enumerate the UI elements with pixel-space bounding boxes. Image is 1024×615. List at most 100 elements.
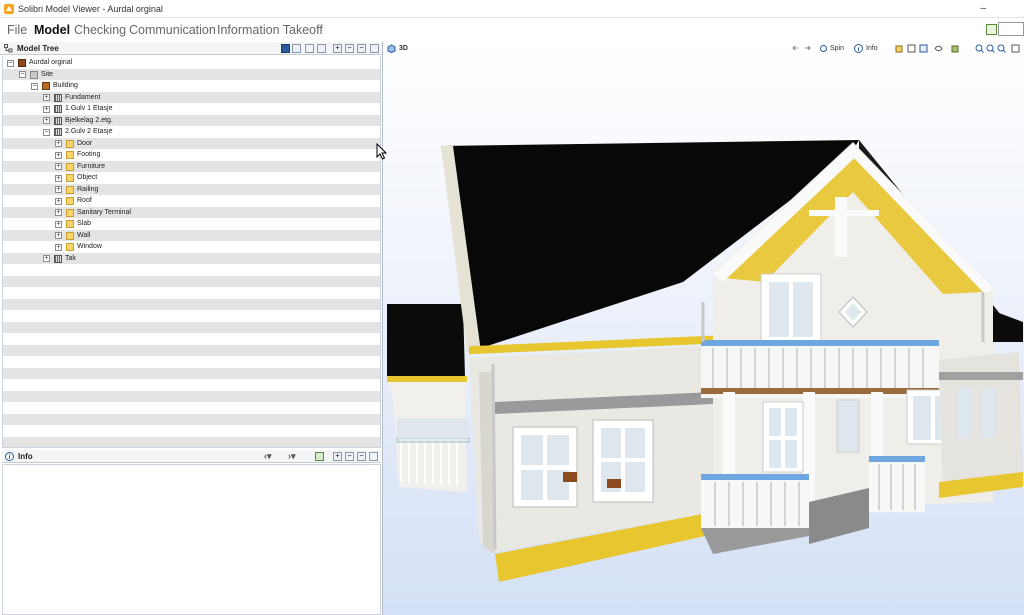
model-tree-header: Model Tree + − − xyxy=(0,42,382,55)
storey-icon xyxy=(54,105,62,113)
expand-icon[interactable]: + xyxy=(55,243,62,251)
tree-view-toggle-icon[interactable] xyxy=(281,44,290,53)
tree-empty-row xyxy=(3,344,380,356)
expand-icon[interactable]: + xyxy=(43,117,50,124)
search-input[interactable] xyxy=(998,22,1024,36)
tree-row-label: Building xyxy=(53,82,78,89)
maximize-panel-icon[interactable] xyxy=(370,44,379,53)
forward-arrow-icon[interactable]: ›▾ xyxy=(288,450,296,463)
folder-icon xyxy=(66,208,74,217)
tree-row-label: Site xyxy=(41,70,54,78)
tree-row-label: Sanitary Terminal xyxy=(77,208,131,216)
tree-row-object[interactable]: + Object xyxy=(3,172,380,184)
tree-row-footing[interactable]: + Footing xyxy=(3,149,380,161)
info-minimize-icon[interactable]: − xyxy=(357,452,366,461)
3d-viewer[interactable]: 3D Spin Info xyxy=(383,42,1024,615)
tree-row-slab[interactable]: + Slab xyxy=(3,218,380,230)
view-cube-icon[interactable] xyxy=(895,44,904,53)
info-collapse-icon[interactable]: − xyxy=(345,452,354,461)
menu-information-takeoff[interactable]: Information Takeoff xyxy=(217,23,323,37)
expand-icon[interactable]: + xyxy=(43,94,50,101)
folder-icon xyxy=(66,231,74,240)
expand-icon[interactable]: + xyxy=(55,197,62,205)
minimize-panel-icon[interactable]: − xyxy=(357,44,366,53)
tree-row-site[interactable]: − Site xyxy=(3,68,380,80)
tree-row-label: Roof xyxy=(77,197,92,204)
menu-communication[interactable]: Communication xyxy=(129,23,216,37)
model-icon xyxy=(18,59,26,67)
3d-label: 3D xyxy=(399,45,408,52)
tree-row-railing[interactable]: + Railing xyxy=(3,183,380,195)
collapse-icon[interactable]: − xyxy=(43,128,50,136)
tree-row-label: Railing xyxy=(77,185,99,193)
storey-icon xyxy=(54,116,62,125)
left-panel: Model Tree + − − − Aurdal orginal − Site − Bu… xyxy=(0,42,383,615)
collapse-icon[interactable]: − xyxy=(19,71,26,78)
menu-checking[interactable]: Checking xyxy=(74,23,126,37)
tree-row-label: Fundament xyxy=(65,93,101,101)
tree-row-label: Aurdal orginal xyxy=(29,59,73,66)
tree-empty-row xyxy=(3,379,380,391)
back-arrow-icon[interactable]: ‹▾ xyxy=(264,450,272,463)
expand-icon[interactable]: + xyxy=(55,140,62,147)
expand-icon[interactable]: + xyxy=(55,186,62,193)
tree-row-aurdal-orginal[interactable]: − Aurdal orginal xyxy=(3,57,380,69)
expand-icon[interactable]: + xyxy=(55,209,62,216)
redo-arrow-icon[interactable] xyxy=(803,44,812,53)
spin-dropdown[interactable]: Spin xyxy=(830,42,844,55)
expand-icon[interactable]: + xyxy=(43,105,50,113)
wireframe-icon[interactable] xyxy=(907,44,916,53)
menu-file[interactable]: File xyxy=(7,23,27,37)
tree-empty-row xyxy=(3,287,380,299)
tree-options-icon[interactable] xyxy=(292,44,301,53)
menu-model[interactable]: Model xyxy=(34,23,70,37)
color-box-icon[interactable] xyxy=(951,44,960,53)
zoom-out-icon[interactable] xyxy=(986,44,995,53)
info-tool-icon[interactable] xyxy=(854,44,863,53)
house-model[interactable] xyxy=(383,42,1024,615)
expand-icon[interactable]: + xyxy=(55,163,62,170)
tree-row-2-gulv-2-etasje[interactable]: − 2.Gulv 2 Etasje xyxy=(3,126,380,138)
maximize-view-icon[interactable] xyxy=(1011,44,1020,53)
section-box-icon[interactable] xyxy=(919,44,928,53)
tree-row-roof[interactable]: + Roof xyxy=(3,195,380,207)
collapse-icon[interactable]: − xyxy=(7,59,14,67)
tree-sort-icon[interactable] xyxy=(317,44,326,53)
info-header: Info ‹▾ ›▾ + − − xyxy=(2,450,381,463)
window-title: Solibri Model Viewer - Aurdal orginal xyxy=(18,4,163,14)
tree-empty-row xyxy=(3,436,380,447)
expand-icon[interactable]: + xyxy=(55,220,62,228)
expand-icon[interactable]: + xyxy=(55,232,62,239)
visibility-icon[interactable] xyxy=(934,44,943,53)
tree-row-bjelkelag-2-etg[interactable]: + Bjelkelag 2.etg. xyxy=(3,114,380,126)
tree-row-sanitary-terminal[interactable]: + Sanitary Terminal xyxy=(3,206,380,218)
tree-row-building[interactable]: − Building xyxy=(3,80,380,92)
minimize-button[interactable]: – xyxy=(980,0,986,18)
tree-row-window[interactable]: + Window xyxy=(3,241,380,253)
expand-all-icon[interactable]: + xyxy=(333,44,342,53)
undo-arrow-icon[interactable] xyxy=(791,44,800,53)
expand-icon[interactable]: + xyxy=(43,255,50,262)
info-maximize-icon[interactable] xyxy=(369,452,378,461)
spin-icon[interactable] xyxy=(819,44,828,53)
tree-empty-row xyxy=(3,390,380,402)
zoom-in-icon[interactable] xyxy=(975,44,984,53)
tree-filter-icon[interactable] xyxy=(305,44,314,53)
info-settings-icon[interactable] xyxy=(315,452,324,461)
tree-row-fundament[interactable]: + Fundament xyxy=(3,91,380,103)
tree-row-wall[interactable]: + Wall xyxy=(3,229,380,241)
collapse-icon[interactable]: − xyxy=(345,44,354,53)
tree-row-1-gulv-1-etasje[interactable]: +1.Gulv 1 Etasje xyxy=(3,103,380,115)
info-dropdown[interactable]: Info xyxy=(866,42,878,55)
tree-empty-row xyxy=(3,413,380,425)
tree-row-tak[interactable]: + Tak xyxy=(3,252,380,264)
tree-row-label: Door xyxy=(77,139,93,147)
info-expand-icon[interactable]: + xyxy=(333,452,342,461)
expand-icon[interactable]: + xyxy=(55,151,62,159)
tree-row-door[interactable]: + Door xyxy=(3,137,380,149)
expand-icon[interactable]: + xyxy=(55,174,62,182)
layout-icon[interactable] xyxy=(986,24,997,35)
tree-row-furniture[interactable]: + Furniture xyxy=(3,160,380,172)
collapse-icon[interactable]: − xyxy=(31,82,38,90)
zoom-fit-icon[interactable] xyxy=(997,44,1006,53)
